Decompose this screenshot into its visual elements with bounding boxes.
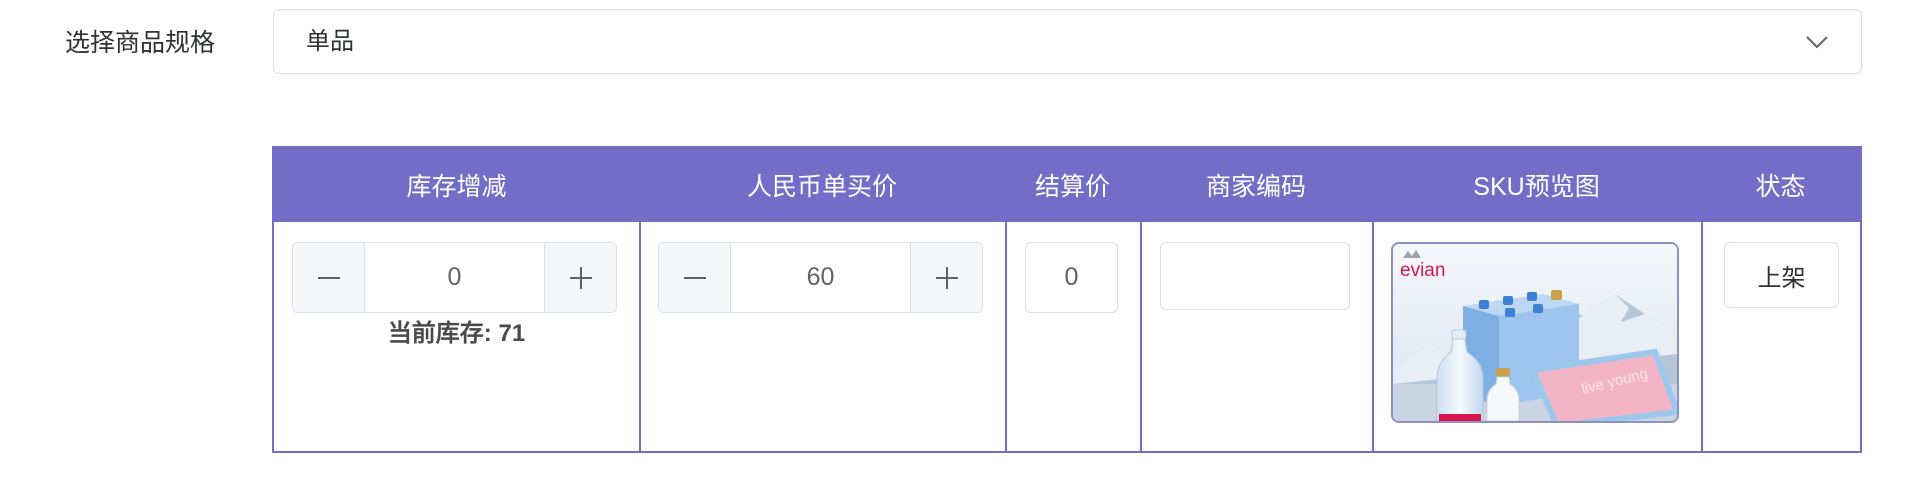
chevron-down-icon-stroke: [1806, 36, 1828, 49]
cell-status: 上架: [1701, 222, 1860, 451]
stock-increment-button[interactable]: [544, 243, 616, 312]
cell-price: [639, 222, 1005, 451]
stock-decrement-button[interactable]: [293, 243, 365, 312]
plus-icon: [569, 266, 592, 289]
bottle-cap: [1503, 296, 1513, 305]
bottle-cap: [1533, 304, 1543, 313]
header-status: 状态: [1755, 173, 1806, 201]
sku-table: 库存增减 人民币单买价 结算价 商家编码 SKU预览图 状态 当前库存: 71: [272, 146, 1862, 453]
bottle-cap: [1479, 300, 1489, 309]
minus-icon: [317, 267, 340, 289]
price-decrement-button[interactable]: [659, 243, 731, 312]
header-price: 人民币单买价: [746, 173, 897, 201]
price-stepper[interactable]: [658, 242, 983, 313]
large-bottle-label: [1439, 414, 1481, 421]
large-bottle-cap: [1451, 329, 1467, 340]
header-settlement: 结算价: [1034, 173, 1110, 201]
stock-delta-input[interactable]: [365, 243, 544, 312]
cell-stock-delta: 当前库存: 71: [274, 222, 639, 451]
glass-bottle-cap: [1496, 368, 1510, 377]
sku-preview-picture: evian live young: [1393, 244, 1677, 421]
cell-sku-preview: evian live young: [1372, 222, 1701, 451]
evian-logo-text: evian: [1400, 260, 1445, 281]
minus-icon: [683, 267, 706, 289]
header-stock-delta: 库存增减: [406, 173, 507, 201]
cell-merchant-code: [1140, 222, 1372, 451]
header-sku-preview: SKU预览图: [1473, 173, 1600, 201]
settlement-price-input[interactable]: [1025, 242, 1118, 313]
cell-settlement: [1005, 222, 1140, 451]
bottle-cap: [1527, 292, 1537, 301]
merchant-code-input[interactable]: [1160, 242, 1350, 310]
spec-select-label: 选择商品规格: [65, 29, 216, 57]
bottle-cap-gold: [1551, 290, 1562, 300]
table-row: 当前库存: 71: [274, 222, 1860, 451]
sku-table-header: 库存增减 人民币单买价 结算价 商家编码 SKU预览图 状态: [274, 148, 1860, 222]
price-increment-button[interactable]: [910, 243, 982, 312]
plus-icon: [935, 266, 958, 289]
price-input[interactable]: [731, 243, 910, 312]
spec-select-value: 单品: [306, 28, 354, 55]
header-merchant-code: 商家编码: [1205, 173, 1306, 201]
stock-delta-stepper[interactable]: [292, 242, 617, 313]
list-on-shelf-button[interactable]: 上架: [1724, 242, 1839, 308]
chevron-down-icon[interactable]: [1805, 31, 1829, 53]
bottle-cap: [1505, 308, 1515, 317]
spec-select[interactable]: 单品: [273, 9, 1862, 74]
current-stock-text: 当前库存: 71: [387, 320, 526, 347]
sku-preview-image[interactable]: evian live young: [1391, 242, 1679, 423]
